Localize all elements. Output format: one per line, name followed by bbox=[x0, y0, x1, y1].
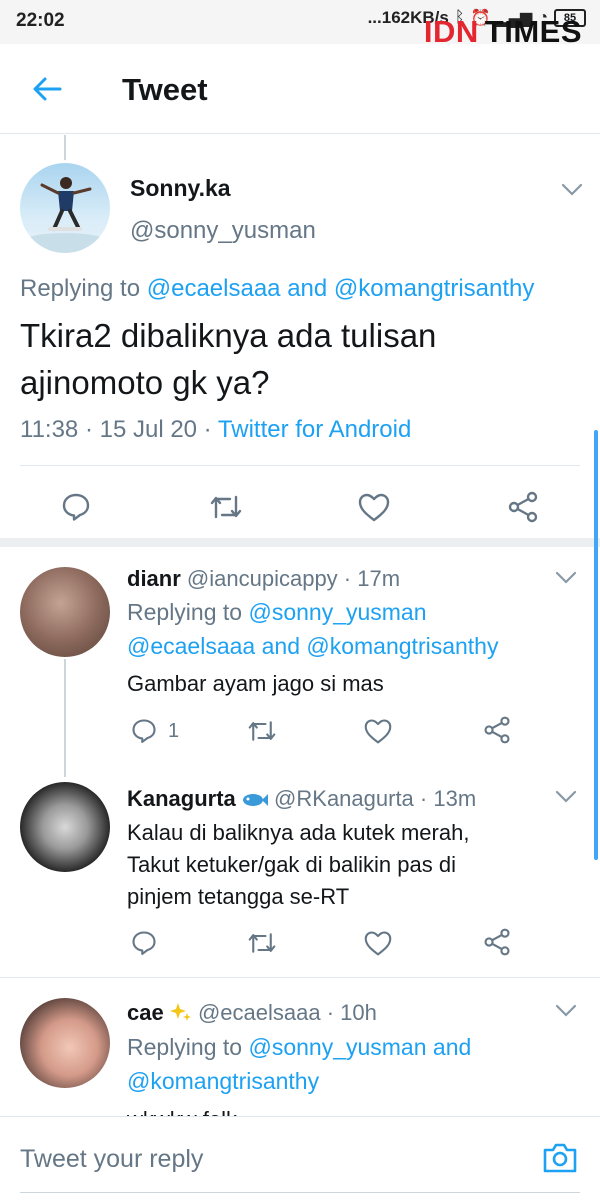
retweet-button[interactable] bbox=[208, 491, 244, 523]
replying-prefix: Replying to bbox=[20, 275, 141, 302]
reply-header: Kanagurta @RKanagurta · 13m bbox=[127, 786, 476, 812]
tweet-text-line: Takut ketuker/gak di balikin pas di bbox=[127, 852, 456, 877]
reply-header: dianr @iancupicappy · 17m bbox=[127, 566, 400, 592]
share-icon bbox=[484, 716, 510, 744]
mention-link[interactable]: @komangtrisanthy bbox=[127, 1068, 319, 1094]
thread-line bbox=[64, 135, 66, 160]
camera-icon[interactable] bbox=[541, 1141, 579, 1175]
heart-icon bbox=[358, 493, 390, 522]
mention-link[interactable]: @sonny_yusman bbox=[248, 1034, 426, 1060]
reply-icon bbox=[132, 719, 156, 743]
tweet-time: 11:38 · 15 Jul 20 · bbox=[20, 416, 218, 443]
replying-prefix: Replying to bbox=[127, 1034, 243, 1060]
share-button[interactable] bbox=[482, 927, 512, 957]
mention-link[interactable]: @ecaelsaaa bbox=[147, 275, 281, 302]
reply-button[interactable] bbox=[130, 929, 158, 957]
reply-tweet: cae @ecaelsaaa · 10h Replying to @sonny_… bbox=[0, 978, 600, 1116]
reply-count: 1 bbox=[168, 719, 180, 742]
scrollbar[interactable] bbox=[594, 430, 598, 860]
tweet-text-line: pinjem tetangga se-RT bbox=[127, 884, 350, 909]
divider bbox=[20, 465, 580, 466]
tweet-text: wkwkw folk bbox=[127, 1104, 567, 1116]
tweet-timestamp: 11:38 · 15 Jul 20 · Twitter for Android bbox=[20, 416, 411, 444]
replying-to-line: Replying to @sonny_yusman @ecaelsaaa and… bbox=[127, 595, 567, 663]
display-name[interactable]: Sonny.ka bbox=[130, 175, 231, 202]
share-icon bbox=[484, 928, 510, 956]
retweet-icon bbox=[210, 495, 242, 519]
mention-link[interactable]: @ecaelsaaa bbox=[127, 633, 255, 659]
retweet-icon bbox=[248, 933, 276, 953]
reply-header: cae @ecaelsaaa · 10h bbox=[127, 1000, 377, 1026]
heart-icon bbox=[364, 719, 392, 744]
chevron-down-icon[interactable] bbox=[555, 571, 577, 585]
mention-link[interactable]: @komangtrisanthy bbox=[334, 275, 534, 302]
tweet-text: Tkira2 dibaliknya ada tulisan ajinomoto … bbox=[20, 317, 437, 401]
sparkles-icon bbox=[169, 1001, 192, 1023]
reply-icon bbox=[62, 493, 90, 521]
tweet-source-link[interactable]: Twitter for Android bbox=[218, 416, 411, 443]
mention-and: and bbox=[261, 633, 300, 659]
back-arrow-icon[interactable] bbox=[30, 72, 64, 106]
chevron-down-icon[interactable] bbox=[555, 790, 577, 804]
reply-button[interactable] bbox=[60, 491, 92, 523]
reply-button[interactable]: 1 bbox=[130, 717, 179, 745]
reply-input[interactable]: Tweet your reply bbox=[20, 1145, 203, 1174]
username[interactable]: @iancupicappy · 17m bbox=[187, 566, 400, 591]
fish-icon bbox=[242, 788, 268, 806]
replying-to-line: Replying to @ecaelsaaa and @komangtrisan… bbox=[20, 275, 534, 303]
display-name[interactable]: dianr bbox=[127, 566, 181, 591]
tweet-text: Kalau di baliknya ada kutek merah, Takut… bbox=[127, 817, 567, 913]
tweet-text-line: Kalau di baliknya ada kutek merah, bbox=[127, 820, 470, 845]
display-name[interactable]: cae bbox=[127, 1000, 164, 1025]
status-time: 22:02 bbox=[16, 10, 65, 31]
reply-composer: Tweet your reply bbox=[0, 1116, 600, 1200]
like-button[interactable] bbox=[363, 929, 393, 957]
reply-tweet: dianr @iancupicappy · 17m Replying to @s… bbox=[0, 547, 600, 777]
chevron-down-icon[interactable] bbox=[561, 183, 583, 197]
retweet-button[interactable] bbox=[246, 929, 278, 957]
mention-link[interactable]: @komangtrisanthy bbox=[306, 633, 498, 659]
share-icon bbox=[508, 491, 538, 523]
username[interactable]: @sonny_yusman bbox=[130, 217, 316, 245]
thread-line bbox=[64, 659, 66, 777]
share-button[interactable] bbox=[506, 490, 540, 524]
mention-and: and bbox=[432, 1034, 472, 1060]
chevron-down-icon[interactable] bbox=[555, 1004, 577, 1018]
retweet-icon bbox=[248, 721, 276, 741]
share-button[interactable] bbox=[482, 715, 512, 745]
reply-tweet: Kanagurta @RKanagurta · 13m Kalau di bal… bbox=[0, 772, 600, 977]
input-underline bbox=[20, 1192, 580, 1193]
mention-and: and bbox=[287, 275, 328, 302]
main-tweet: Sonny.ka @sonny_yusman Replying to @ecae… bbox=[0, 135, 600, 547]
replying-to-line: Replying to @sonny_yusman and @komangtri… bbox=[127, 1030, 567, 1098]
username[interactable]: @ecaelsaaa · 10h bbox=[198, 1000, 377, 1025]
username[interactable]: @RKanagurta · 13m bbox=[274, 786, 476, 811]
mention-link[interactable]: @sonny_yusman bbox=[248, 599, 426, 625]
heart-icon bbox=[364, 931, 392, 956]
like-button[interactable] bbox=[363, 717, 393, 745]
avatar[interactable] bbox=[20, 782, 110, 872]
avatar[interactable] bbox=[20, 567, 110, 657]
app-header: Tweet bbox=[0, 44, 600, 134]
avatar[interactable] bbox=[20, 998, 110, 1088]
retweet-button[interactable] bbox=[246, 717, 278, 745]
tweet-text: Gambar ayam jago si mas bbox=[127, 671, 384, 696]
display-name[interactable]: Kanagurta bbox=[127, 786, 236, 811]
avatar[interactable] bbox=[20, 163, 110, 253]
replying-prefix: Replying to bbox=[127, 599, 243, 625]
page-title: Tweet bbox=[122, 72, 208, 107]
like-button[interactable] bbox=[357, 491, 391, 523]
reply-icon bbox=[132, 931, 156, 955]
status-bar: 22:02 ...162KB/s ᛒ ⏰ ▂▄▆ ◔ 85 IDN TIMES bbox=[0, 0, 600, 49]
